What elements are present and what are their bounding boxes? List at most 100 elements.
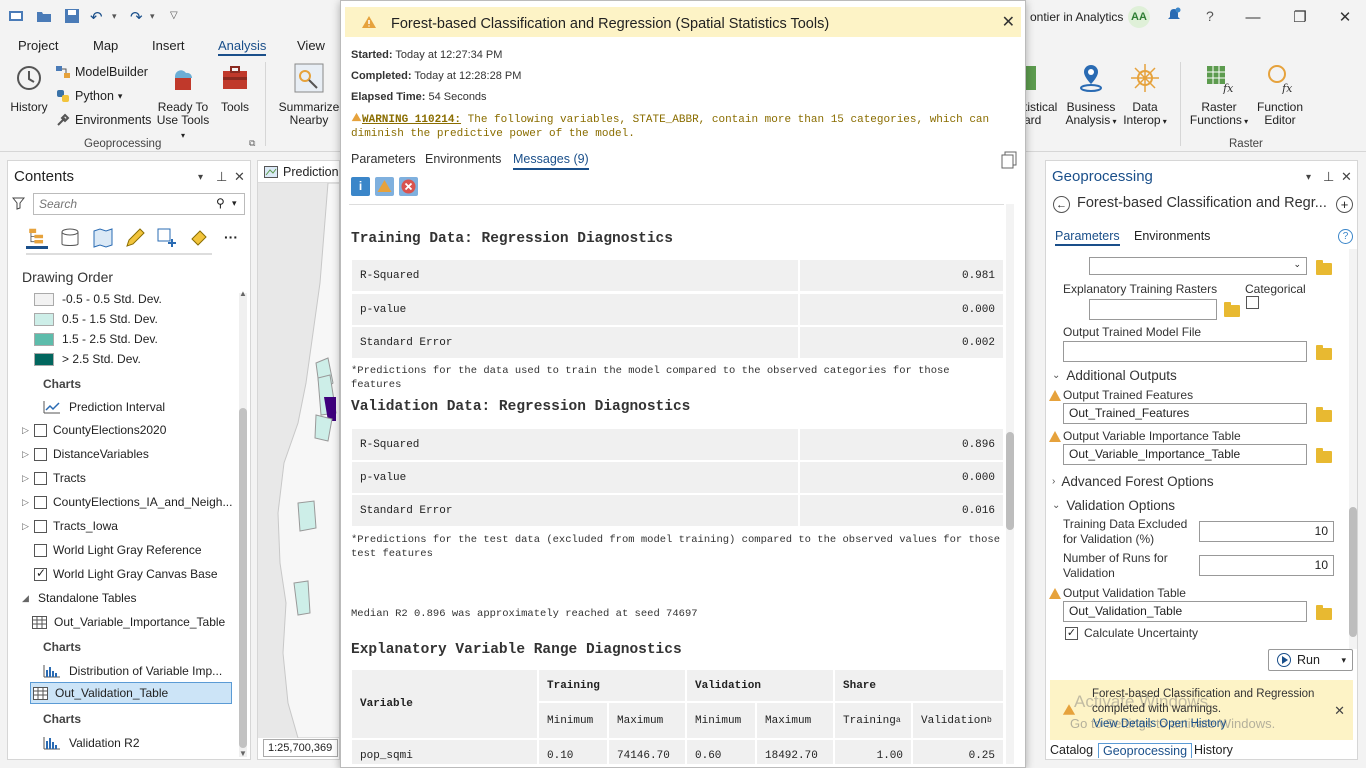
tab-messages[interactable]: Messages (9)	[513, 152, 589, 170]
tab-map[interactable]: Map	[93, 38, 118, 53]
out-validation-input[interactable]: Out_Validation_Table	[1063, 601, 1307, 622]
table-out-variable-importance[interactable]: Out_Variable_Importance_Table	[32, 611, 260, 633]
pin-icon[interactable]: ⊥	[216, 169, 227, 185]
save-icon[interactable]	[64, 8, 80, 24]
scroll-thumb[interactable]	[1006, 432, 1014, 530]
explanatory-rasters-dropdown[interactable]: ⌄	[1089, 257, 1307, 275]
modelbuilder-button[interactable]: ModelBuilder	[55, 64, 148, 80]
search-icon[interactable]: ⚲	[216, 196, 225, 210]
undo-dropdown-icon[interactable]: ▾	[112, 11, 128, 27]
layer-distance-variables[interactable]: ▷ DistanceVariables	[22, 443, 250, 465]
undo-icon[interactable]: ↶	[90, 8, 106, 26]
layer-tracts[interactable]: ▷ Tracts	[22, 467, 250, 489]
layer-visibility-checkbox[interactable]	[34, 423, 47, 437]
parameters-scrollbar[interactable]	[1349, 249, 1357, 649]
training-excluded-input[interactable]: 10	[1199, 521, 1334, 542]
search-box[interactable]: ⚲ ▾	[33, 193, 245, 215]
python-button[interactable]: Python ▾	[55, 88, 122, 104]
out-var-importance-input[interactable]: Out_Variable_Importance_Table	[1063, 444, 1307, 465]
tab-environments[interactable]: Environments	[425, 152, 501, 166]
additional-outputs-section[interactable]: ⌄ Additional Outputs	[1052, 368, 1177, 383]
open-icon[interactable]	[36, 8, 52, 24]
environments-button[interactable]: Environments	[55, 112, 151, 128]
notification-bell-icon[interactable]	[1166, 7, 1182, 23]
add-button[interactable]: +	[1336, 196, 1353, 213]
layer-world-light-gray-reference[interactable]: World Light Gray Reference	[34, 539, 262, 561]
folder-icon[interactable]	[1224, 302, 1240, 317]
search-dropdown-icon[interactable]: ▾	[232, 198, 237, 209]
tab-analysis[interactable]: Analysis	[218, 38, 267, 56]
expand-arrow-icon[interactable]: ▷	[22, 473, 34, 484]
filter-icon[interactable]	[12, 197, 25, 210]
list-by-labeling-icon[interactable]	[188, 227, 210, 249]
maximize-button[interactable]: ❐	[1283, 6, 1317, 28]
tab-history[interactable]: History	[1194, 743, 1233, 757]
layer-county-elections-ia[interactable]: ▷ CountyElections_IA_and_Neigh...	[22, 491, 250, 513]
close-notice-button[interactable]: ✕	[1334, 703, 1345, 719]
list-by-snapping-icon[interactable]	[156, 227, 178, 249]
tab-project[interactable]: Project	[18, 38, 58, 53]
help-icon[interactable]: ?	[1338, 229, 1353, 244]
folder-icon[interactable]	[1316, 448, 1332, 463]
output-model-input[interactable]	[1063, 341, 1307, 362]
expand-arrow-icon[interactable]: ▷	[22, 425, 34, 436]
folder-icon[interactable]	[1316, 605, 1332, 620]
pane-options-icon[interactable]: ▾	[198, 172, 203, 183]
layer-visibility-checkbox[interactable]	[34, 471, 47, 485]
redo-dropdown-icon[interactable]: ▾	[150, 11, 166, 27]
standalone-tables-group[interactable]: ◢ Standalone Tables	[22, 587, 250, 609]
function-editor-button[interactable]: fx Function Editor	[1252, 62, 1308, 127]
collapse-arrow-icon[interactable]: ◢	[22, 593, 34, 604]
view-details-link[interactable]: View Details Open History	[1093, 718, 1226, 730]
chart-validation-r2[interactable]: Validation R2	[43, 732, 271, 754]
tab-catalog[interactable]: Catalog	[1050, 743, 1093, 757]
customize-qat-icon[interactable]: ▽	[170, 10, 186, 26]
copy-icon[interactable]	[1001, 151, 1017, 169]
messages-scrollbar[interactable]	[1006, 204, 1014, 764]
tab-view[interactable]: View	[297, 38, 325, 53]
table-out-validation[interactable]: Out_Validation_Table	[30, 682, 232, 704]
folder-icon[interactable]	[1316, 407, 1332, 422]
summarize-nearby-button[interactable]: Summarize Nearby	[278, 62, 340, 127]
pane-options-icon[interactable]: ▾	[1306, 172, 1311, 183]
folder-icon[interactable]	[1316, 260, 1332, 275]
tab-parameters[interactable]: Parameters	[351, 152, 416, 166]
map-scale-input[interactable]: 1:25,700,369	[263, 739, 338, 757]
close-window-button[interactable]: ✕	[1328, 6, 1362, 28]
map-tab[interactable]: Prediction	[258, 161, 339, 183]
scroll-down-icon[interactable]: ▼	[239, 749, 247, 758]
num-runs-input[interactable]: 10	[1199, 555, 1334, 576]
folder-icon[interactable]	[1316, 345, 1332, 360]
minimize-button[interactable]: —	[1236, 6, 1270, 28]
explanatory-rasters-input[interactable]	[1089, 299, 1217, 320]
data-interop-button[interactable]: Data Interop ▾	[1120, 62, 1170, 128]
list-by-selection-icon[interactable]	[92, 227, 114, 249]
avatar[interactable]: AA	[1128, 6, 1150, 28]
list-by-source-icon[interactable]	[59, 227, 81, 249]
new-project-icon[interactable]	[8, 8, 24, 24]
more-options-icon[interactable]: ···	[224, 229, 238, 245]
list-by-drawing-order-icon[interactable]	[26, 227, 48, 249]
raster-functions-button[interactable]: fx Raster Functions ▾	[1188, 62, 1250, 128]
close-dialog-button[interactable]: ✕	[1002, 12, 1015, 32]
expand-arrow-icon[interactable]: ▷	[22, 497, 34, 508]
pin-icon[interactable]: ⊥	[1323, 169, 1334, 185]
tools-button[interactable]: Tools	[216, 62, 254, 114]
chart-prediction-interval[interactable]: Prediction Interval	[43, 396, 271, 418]
run-dropdown-icon[interactable]: ▾	[1341, 655, 1346, 666]
layer-visibility-checkbox[interactable]	[34, 495, 47, 509]
layer-county-elections-2020[interactable]: ▷ CountyElections2020	[22, 419, 250, 441]
expand-arrow-icon[interactable]: ▷	[22, 521, 34, 532]
tab-geoprocessing[interactable]: Geoprocessing	[1098, 743, 1193, 758]
map-canvas[interactable]	[258, 182, 339, 739]
error-filter-icon[interactable]	[399, 177, 418, 196]
chart-distribution-variable-importance[interactable]: Distribution of Variable Imp...	[43, 660, 271, 682]
back-button[interactable]: ←	[1053, 196, 1070, 213]
contents-scrollbar[interactable]: ▲ ▼	[239, 289, 247, 758]
history-button[interactable]: History	[8, 62, 50, 114]
calc-uncertainty-checkbox[interactable]: ✓	[1065, 627, 1078, 640]
dialog-launcher-icon[interactable]: ⧉	[249, 138, 255, 149]
layer-world-light-gray-canvas[interactable]: World Light Gray Canvas Base	[34, 563, 262, 585]
redo-icon[interactable]: ↷	[130, 8, 146, 26]
tab-insert[interactable]: Insert	[152, 38, 185, 53]
